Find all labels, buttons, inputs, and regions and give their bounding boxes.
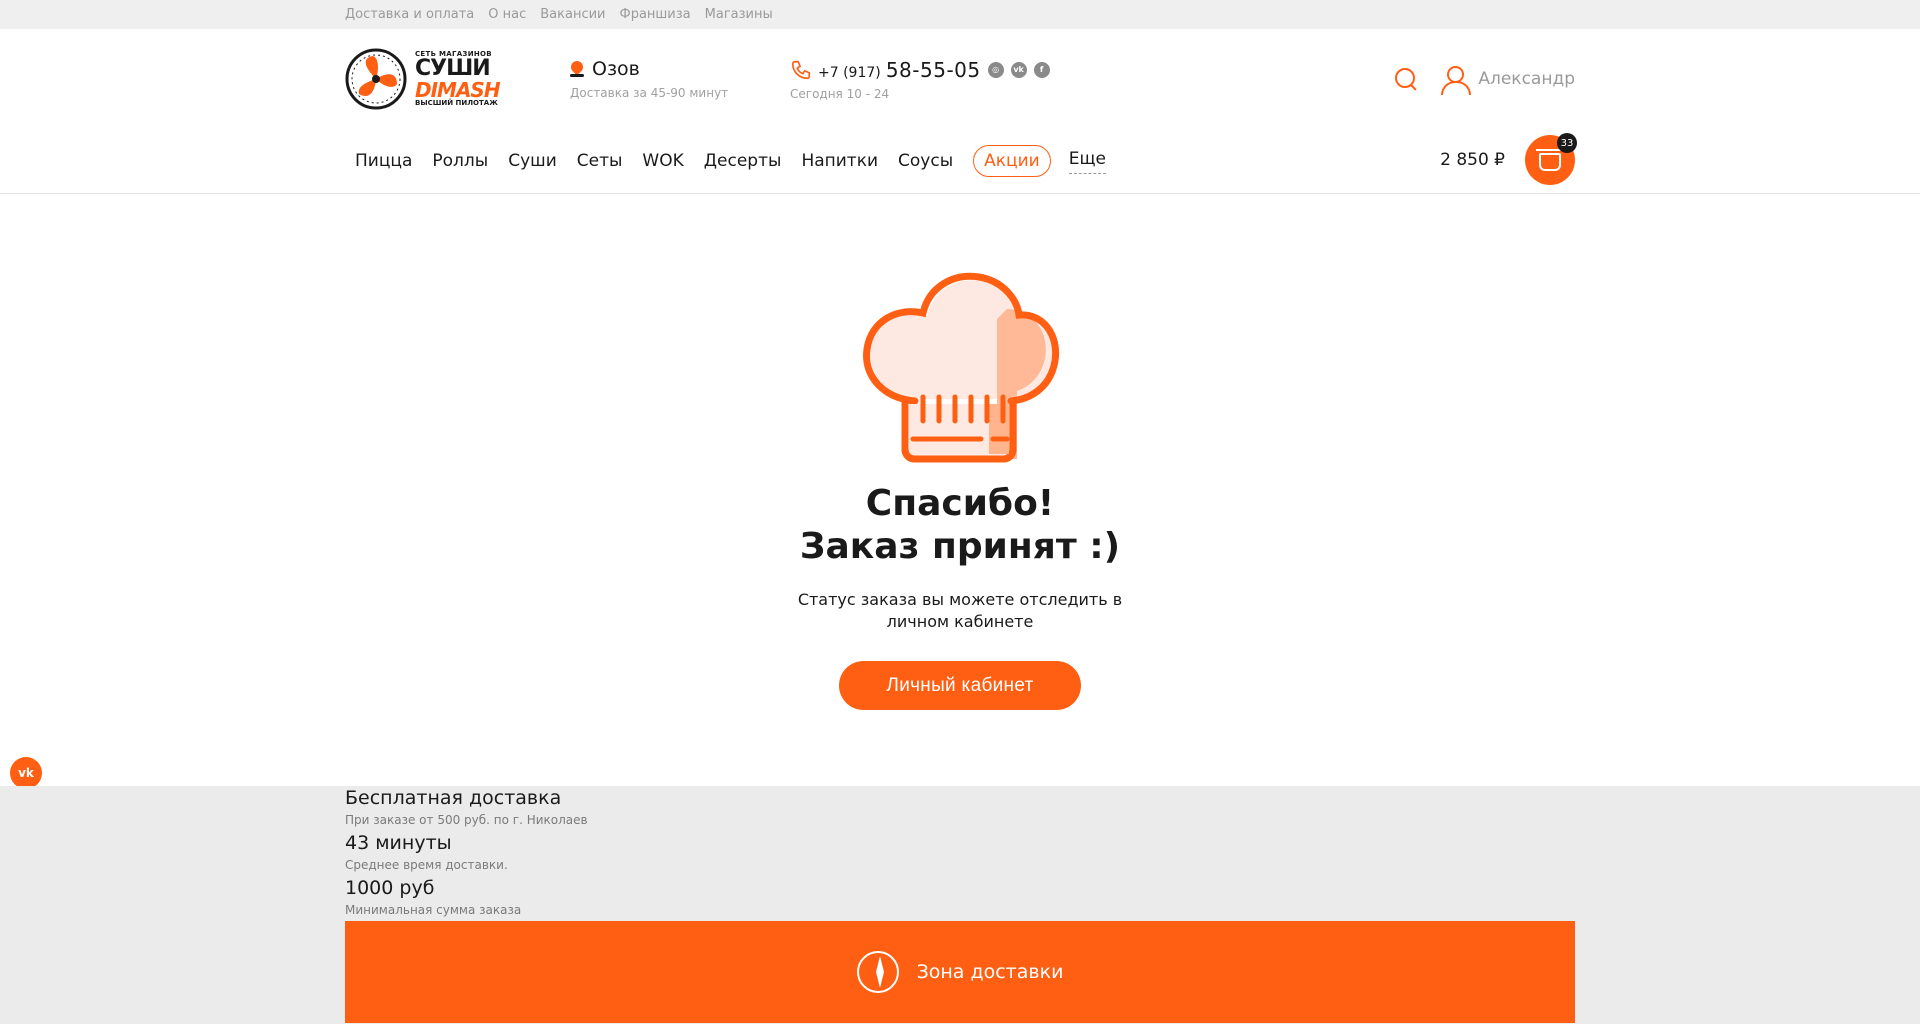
nav-item-drinks[interactable]: Напитки: [791, 151, 888, 171]
nav-item-desserts[interactable]: Десерты: [694, 151, 792, 171]
cart: 2 850 ₽ 33: [1440, 133, 1577, 185]
footer-item-sub: Среднее время доставки.: [345, 858, 508, 872]
header-actions: Александр: [1394, 29, 1575, 129]
thanks-subtitle: Статус заказа вы можете отследить в личн…: [0, 589, 1920, 633]
nav-item-more[interactable]: Еще: [1068, 149, 1106, 174]
logo-fan-icon: [345, 48, 407, 110]
user-name: Александр: [1478, 69, 1575, 89]
nav-item-pizza[interactable]: Пицца: [345, 151, 422, 171]
footer-item-title: 1000 руб: [345, 877, 435, 899]
thanks-title-line1: Спасибо!: [865, 483, 1055, 524]
main-nav: Пицца Роллы Суши Сеты WOK Десерты Напитк…: [345, 129, 1577, 193]
order-confirmation: Спасибо! Заказ принят :) Статус заказа в…: [0, 194, 1920, 937]
topbar-link-about[interactable]: О нас: [488, 7, 526, 22]
compass-icon: [856, 951, 899, 993]
cart-sum: 2 850 ₽: [1440, 150, 1505, 170]
city-name: Озов: [592, 58, 640, 80]
footer-info: Бесплатная доставка При заказе от 500 ру…: [345, 786, 1575, 921]
thanks-subtitle-line2: личном кабинете: [886, 612, 1034, 631]
work-hours: Сегодня 10 - 24: [790, 86, 890, 101]
vk-icon[interactable]: vk: [10, 757, 42, 789]
instagram-icon[interactable]: ◎: [987, 61, 1004, 78]
topbar-link-franchise[interactable]: Франшиза: [620, 7, 691, 22]
footer-item-title: 43 минуты: [345, 832, 452, 854]
footer-item-sub: При заказе от 500 руб. по г. Николаев: [345, 813, 588, 827]
nav-item-sets[interactable]: Сеты: [567, 151, 633, 171]
phone-block: +7 (917) 58-55-05 ◎ vk f Сегодня 10 - 24: [790, 58, 1050, 101]
search-icon[interactable]: [1394, 67, 1418, 91]
city-selector[interactable]: Озов Доставка за 45-90 минут: [570, 58, 790, 100]
logo-line2: DIMASH: [415, 78, 501, 102]
logo-text: СЕТЬ МАГАЗИНОВ СУШИ DIMASH ВЫСШИЙ ПИЛОТА…: [415, 51, 501, 107]
phone-code: +7 (917): [818, 64, 881, 81]
thanks-title: Спасибо! Заказ принят :): [0, 482, 1920, 568]
footer-item-sub: Минимальная сумма заказа: [345, 903, 522, 917]
delivery-zone-label: Зона доставки: [916, 961, 1064, 983]
chef-hat-icon: [863, 272, 1060, 463]
personal-cabinet-button[interactable]: Личный кабинет: [839, 661, 1081, 710]
nav-item-wok[interactable]: WOK: [632, 151, 693, 171]
footer: Бесплатная доставка При заказе от 500 ру…: [0, 786, 1920, 1024]
topbar-link-vacancies[interactable]: Вакансии: [540, 7, 605, 22]
logo-tagline-bottom: ВЫСШИЙ ПИЛОТАЖ: [415, 99, 498, 107]
phone-icon: [791, 60, 811, 79]
vk-icon[interactable]: vk: [1010, 61, 1027, 78]
delivery-time: Доставка за 45-90 минут: [570, 86, 729, 100]
topbar-link-stores[interactable]: Магазины: [705, 7, 773, 22]
logo[interactable]: СЕТЬ МАГАЗИНОВ СУШИ DIMASH ВЫСШИЙ ПИЛОТА…: [345, 48, 570, 110]
nav-item-rolls[interactable]: Роллы: [422, 151, 498, 171]
phone-number: 58-55-05: [885, 57, 981, 82]
basket-icon: [1536, 149, 1564, 171]
user-account[interactable]: Александр: [1440, 65, 1575, 95]
phone-link[interactable]: +7 (917) 58-55-05: [818, 58, 981, 82]
location-pin-icon: [570, 61, 584, 77]
user-icon: [1440, 65, 1472, 95]
fs-icon[interactable]: f: [1033, 61, 1050, 78]
topbar: Доставка и оплата О нас Вакансии Франшиз…: [0, 0, 1920, 29]
cart-button[interactable]: 33: [1525, 133, 1577, 185]
nav-item-promo[interactable]: Акции: [973, 145, 1051, 177]
nav-item-sushi[interactable]: Суши: [498, 151, 567, 171]
delivery-zone-banner[interactable]: Зона доставки: [345, 921, 1575, 1023]
cart-count-badge: 33: [1557, 133, 1577, 153]
footer-item-title: Бесплатная доставка: [345, 787, 562, 809]
topbar-link-delivery[interactable]: Доставка и оплата: [345, 7, 474, 22]
thanks-subtitle-line1: Статус заказа вы можете отследить в: [797, 590, 1123, 609]
logo-line1: СУШИ: [415, 56, 491, 81]
thanks-title-line2: Заказ принят :): [799, 526, 1121, 567]
nav-item-sauces[interactable]: Соусы: [888, 151, 963, 171]
header: СЕТЬ МАГАЗИНОВ СУШИ DIMASH ВЫСШИЙ ПИЛОТА…: [345, 29, 1575, 129]
